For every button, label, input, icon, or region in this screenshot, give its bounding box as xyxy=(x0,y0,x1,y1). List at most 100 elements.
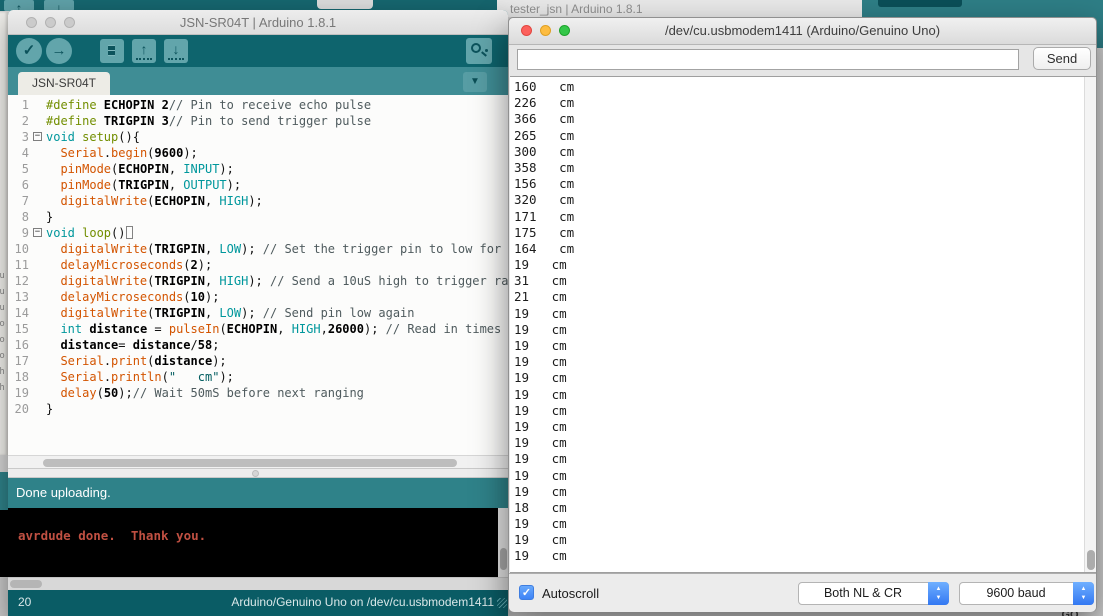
line-number: 3 xyxy=(8,129,32,145)
ide-statusbar: 20 Arduino/Genuino Uno on /dev/cu.usbmod… xyxy=(8,590,508,616)
fold-gutter xyxy=(32,257,46,273)
zoom-window-button[interactable] xyxy=(559,25,570,36)
code-editor[interactable]: 1#define ECHOPIN 2// Pin to receive echo… xyxy=(8,95,508,455)
baud-rate-value: 9600 baud xyxy=(960,583,1072,604)
tab-jsn-sr04t[interactable]: JSN-SR04T xyxy=(18,72,110,95)
line-number: 17 xyxy=(8,353,32,369)
background-strip xyxy=(0,472,8,510)
serial-output-area[interactable]: 160 cm226 cm366 cm265 cm300 cm358 cm156 … xyxy=(510,76,1096,573)
code-text: void setup(){ xyxy=(46,129,140,145)
line-number: 6 xyxy=(8,177,32,193)
baud-rate-dropdown[interactable]: 9600 baud ▲▼ xyxy=(959,582,1094,605)
serial-row: 19 cm xyxy=(514,419,574,435)
tab-menu-button[interactable]: ▼ xyxy=(463,72,487,92)
line-number: 14 xyxy=(8,305,32,321)
serial-row: 19 cm xyxy=(514,451,574,467)
upload-button[interactable]: → xyxy=(46,38,72,64)
send-button[interactable]: Send xyxy=(1033,47,1091,70)
serial-bottom-bar: ✓ Autoscroll Both NL & CR ▲▼ 9600 baud ▲… xyxy=(509,573,1096,612)
save-button[interactable]: ↓ xyxy=(164,39,188,63)
serial-row: 19 cm xyxy=(514,532,574,548)
fold-icon[interactable]: − xyxy=(33,228,42,237)
fold-gutter xyxy=(32,193,46,209)
line-number-indicator: 20 xyxy=(18,595,31,609)
serial-row: 175 cm xyxy=(514,225,574,241)
minimize-window-button[interactable] xyxy=(45,17,56,28)
fold-icon[interactable]: − xyxy=(33,132,42,141)
serial-monitor-button[interactable] xyxy=(466,38,492,64)
scrollbar-thumb[interactable] xyxy=(500,548,507,570)
background-text-fragment: oh xyxy=(0,383,8,393)
new-sketch-button[interactable] xyxy=(100,39,124,63)
console-output: avrdude done. Thank you. xyxy=(18,528,206,543)
minimize-window-button[interactable] xyxy=(540,25,551,36)
line-ending-dropdown[interactable]: Both NL & CR ▲▼ xyxy=(798,582,949,605)
console-horizontal-scrollbar[interactable] xyxy=(8,577,508,590)
fold-gutter xyxy=(32,209,46,225)
fold-gutter xyxy=(32,161,46,177)
code-line: 2#define TRIGPIN 3// Pin to send trigger… xyxy=(8,113,508,129)
code-text: digitalWrite(TRIGPIN, HIGH); // Send a 1… xyxy=(46,273,508,289)
code-text: delay(50);// Wait 50mS before next rangi… xyxy=(46,385,364,401)
editor-horizontal-scrollbar[interactable] xyxy=(8,455,508,468)
background-window-titlebar: tester_jsn | Arduino 1.8.1 xyxy=(497,0,862,17)
line-number: 20 xyxy=(8,401,32,417)
background-strip xyxy=(0,577,8,616)
fold-gutter xyxy=(32,113,46,129)
line-ending-value: Both NL & CR xyxy=(799,583,927,604)
editor-console-splitter[interactable] xyxy=(8,468,508,478)
background-window-dark-tab-fragment xyxy=(878,0,962,7)
scrollbar-thumb[interactable] xyxy=(1087,550,1095,570)
serial-row: 320 cm xyxy=(514,192,574,208)
check-icon: ✓ xyxy=(23,42,36,59)
fold-gutter xyxy=(32,289,46,305)
verify-button[interactable]: ✓ xyxy=(16,38,42,64)
open-button[interactable]: ↑ xyxy=(132,39,156,63)
serial-send-input[interactable] xyxy=(517,49,1019,70)
background-text-fragment: wo xyxy=(0,319,8,329)
fold-gutter xyxy=(32,321,46,337)
stepper-icon: ▲▼ xyxy=(1073,582,1094,605)
fold-gutter xyxy=(32,145,46,161)
serial-titlebar[interactable]: /dev/cu.usbmodem1411 (Arduino/Genuino Un… xyxy=(509,18,1096,45)
code-text: pinMode(TRIGPIN, OUTPUT); xyxy=(46,177,241,193)
background-window-title: tester_jsn | Arduino 1.8.1 xyxy=(510,2,643,16)
close-window-button[interactable] xyxy=(26,17,37,28)
serial-row: 366 cm xyxy=(514,111,574,127)
code-text: void loop() xyxy=(46,225,133,241)
line-number: 11 xyxy=(8,257,32,273)
matching-brace-box xyxy=(126,226,133,239)
status-message: Done uploading. xyxy=(16,485,111,500)
code-text: digitalWrite(TRIGPIN, LOW); // Set the t… xyxy=(46,241,501,257)
autoscroll-checkbox[interactable]: ✓ xyxy=(519,585,534,600)
code-text: } xyxy=(46,209,53,225)
background-window-fragment xyxy=(317,0,373,9)
line-number: 19 xyxy=(8,385,32,401)
scrollbar-thumb[interactable] xyxy=(43,459,457,467)
code-line: 14 digitalWrite(TRIGPIN, LOW); // Send p… xyxy=(8,305,508,321)
code-line: 17 Serial.print(distance); xyxy=(8,353,508,369)
chevron-down-icon: ▼ xyxy=(470,76,480,87)
code-text: pinMode(ECHOPIN, INPUT); xyxy=(46,161,234,177)
serial-row: 265 cm xyxy=(514,128,574,144)
serial-row: 19 cm xyxy=(514,484,574,500)
arduino-ide-window: JSN-SR04T | Arduino 1.8.1 ✓ → ↑ ↓ JSN-SR… xyxy=(8,10,508,616)
code-line: 6 pinMode(TRIGPIN, OUTPUT); xyxy=(8,177,508,193)
console-scrollbar[interactable] xyxy=(498,508,508,577)
line-number: 9 xyxy=(8,225,32,241)
ide-titlebar[interactable]: JSN-SR04T | Arduino 1.8.1 xyxy=(8,10,508,35)
zoom-window-button[interactable] xyxy=(64,17,75,28)
close-window-button[interactable] xyxy=(521,25,532,36)
right-arrow-icon: → xyxy=(52,42,67,59)
serial-row: 160 cm xyxy=(514,79,574,95)
serial-scrollbar[interactable] xyxy=(1084,77,1096,572)
scrollbar-thumb[interactable] xyxy=(10,580,42,588)
line-number: 12 xyxy=(8,273,32,289)
tray-icon xyxy=(168,58,184,60)
background-editor-strip: ouououwowowoohoh xyxy=(0,12,8,455)
line-number: 18 xyxy=(8,369,32,385)
fold-gutter xyxy=(32,305,46,321)
resize-grip-icon[interactable] xyxy=(497,598,507,608)
serial-row: 19 cm xyxy=(514,354,574,370)
code-text: distance= distance/58; xyxy=(46,337,219,353)
